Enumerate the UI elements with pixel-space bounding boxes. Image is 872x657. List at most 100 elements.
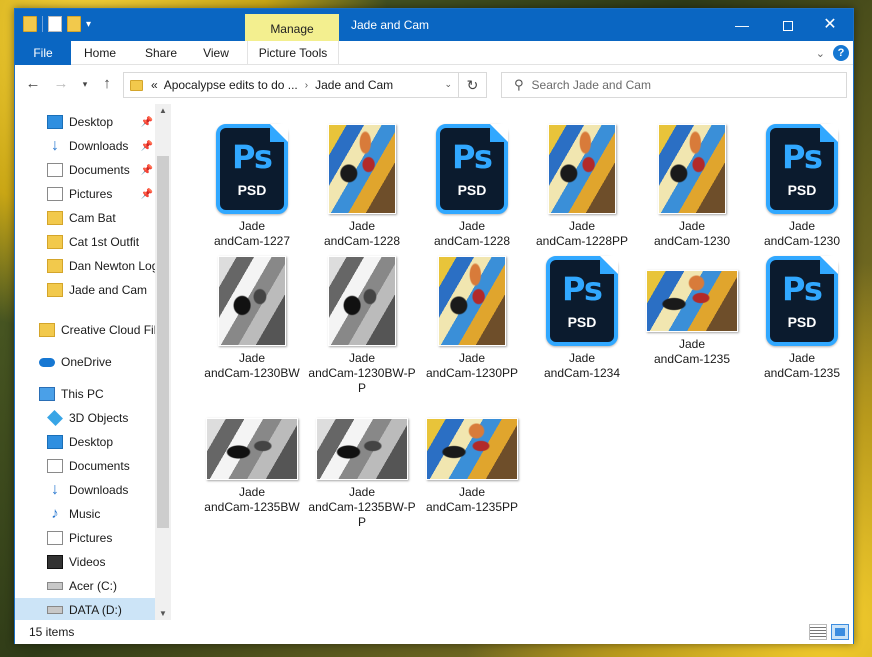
tab-view[interactable]: View (195, 41, 237, 65)
file-item[interactable]: Ps PSD Jade andCam-1230 (747, 124, 857, 249)
sidebar-item-jade-and-cam[interactable]: Jade and Cam (15, 278, 155, 302)
breadcrumb-parent[interactable]: Apocalypse edits to do ... (164, 78, 298, 92)
close-button[interactable]: ✕ (807, 9, 853, 41)
photoshop-file-icon: Ps PSD (436, 124, 508, 214)
scroll-down-icon[interactable]: ▼ (157, 609, 169, 618)
recent-locations-button[interactable]: ▾ (75, 74, 95, 94)
new-folder-icon[interactable] (67, 16, 81, 32)
ps-glyph: Ps (452, 138, 493, 176)
sidebar-item-label: Jade and Cam (69, 283, 148, 297)
tab-file[interactable]: File (15, 41, 71, 65)
sidebar-item-downloads[interactable]: ↓ Downloads (15, 478, 155, 502)
file-name-line2: andCam-1230BW (204, 366, 300, 380)
up-button[interactable]: ↑ (97, 74, 117, 94)
music-icon: ♪ (51, 505, 59, 522)
folder-icon (47, 211, 63, 225)
sidebar-item-data-d[interactable]: DATA (D:) (15, 598, 155, 620)
properties-icon[interactable] (48, 16, 62, 32)
expand-ribbon-icon[interactable]: ⌄ (816, 47, 825, 60)
sidebar-item-onedrive[interactable]: OneDrive (15, 350, 155, 374)
sidebar-item-cat-1st-outfit[interactable]: Cat 1st Outfit (15, 230, 155, 254)
breadcrumb-current[interactable]: Jade and Cam (315, 78, 393, 92)
file-name-line1: Jade (348, 485, 376, 499)
sidebar-item-label: This PC (61, 387, 104, 401)
sidebar-item-label: OneDrive (61, 355, 112, 369)
address-dropdown-icon[interactable]: ⌄ (444, 79, 452, 90)
sidebar-item-desktop[interactable]: Desktop 📌 (15, 110, 155, 134)
details-view-button[interactable] (809, 624, 827, 640)
tab-picture-tools[interactable]: Picture Tools (247, 41, 339, 65)
tab-home[interactable]: Home (77, 41, 123, 65)
forward-button[interactable]: → (51, 74, 71, 94)
breadcrumb-overflow[interactable]: « (151, 78, 158, 92)
navigation-pane: Desktop 📌 ↓ Downloads 📌 Documents 📌 Pictures 📌 Ca… (15, 104, 171, 620)
file-item[interactable]: Jade andCam-1228 (307, 124, 417, 249)
file-item[interactable]: Jade andCam-1230 (637, 124, 747, 249)
file-name-line2: andCam-1235 (653, 352, 731, 366)
tab-share[interactable]: Share (137, 41, 185, 65)
search-input[interactable] (531, 78, 812, 92)
scroll-up-icon[interactable]: ▲ (157, 106, 169, 115)
toolbar-divider (42, 16, 43, 32)
sidebar-item-desktop[interactable]: Desktop (15, 430, 155, 454)
file-item[interactable]: Jade andCam-1228PP (527, 124, 637, 249)
sidebar-item-3d-objects[interactable]: 3D Objects (15, 406, 155, 430)
file-name: Jade andCam-1230BW-PP (307, 351, 417, 396)
file-item[interactable]: Jade andCam-1230BW (197, 256, 307, 381)
file-item[interactable]: Jade andCam-1235BW-PP (307, 404, 417, 530)
sidebar-item-acer-c[interactable]: Acer (C:) (15, 574, 155, 598)
sidebar-item-creative-cloud-fil[interactable]: Creative Cloud Fil (15, 318, 155, 342)
photoshop-file-icon: Ps PSD (766, 124, 838, 214)
sidebar-item-documents[interactable]: Documents (15, 454, 155, 478)
file-item[interactable]: Ps PSD Jade andCam-1228 (417, 124, 527, 249)
file-name: Jade andCam-1228 (307, 219, 417, 249)
sidebar-item-label: 3D Objects (69, 411, 129, 425)
sidebar-item-label: DATA (D:) (69, 603, 122, 617)
customize-toolbar-icon[interactable]: ▾ (86, 19, 91, 30)
sidebar-item-documents[interactable]: Documents 📌 (15, 158, 155, 182)
file-item[interactable]: Ps PSD Jade andCam-1227 (197, 124, 307, 249)
file-name: Jade andCam-1235 (747, 351, 857, 381)
help-icon[interactable]: ? (833, 45, 849, 61)
breadcrumb-separator-icon[interactable]: › (305, 80, 308, 91)
pin-icon: 📌 (140, 188, 153, 200)
nav-scrollbar[interactable]: ▲ ▼ (155, 104, 171, 620)
nav-scroll-thumb[interactable] (157, 156, 169, 528)
file-name: Jade andCam-1235PP (417, 485, 527, 515)
sidebar-item-videos[interactable]: Videos (15, 550, 155, 574)
file-item[interactable]: Jade andCam-1230PP (417, 256, 527, 381)
folder-icon (47, 259, 63, 273)
image-thumbnail (206, 418, 298, 480)
sidebar-item-this-pc[interactable]: This PC (15, 382, 155, 406)
image-thumbnail (658, 124, 726, 214)
minimize-button[interactable]: — (719, 9, 765, 41)
folder-icon (47, 235, 63, 249)
sidebar-item-pictures[interactable]: Pictures 📌 (15, 182, 155, 206)
file-item[interactable]: Jade andCam-1235BW (197, 404, 307, 515)
sidebar-item-cam-bat[interactable]: Cam Bat (15, 206, 155, 230)
search-box[interactable]: ⚲ (501, 72, 847, 98)
sidebar-item-downloads[interactable]: ↓ Downloads 📌 (15, 134, 155, 158)
file-item[interactable]: Jade andCam-1230BW-PP (307, 256, 417, 396)
back-button[interactable]: ← (23, 74, 43, 94)
file-item[interactable]: Jade andCam-1235 (637, 256, 747, 367)
tab-manage[interactable]: Manage (245, 14, 339, 41)
sidebar-item-label: Documents (69, 459, 130, 473)
file-item[interactable]: Ps PSD Jade andCam-1235 (747, 256, 857, 381)
sidebar-item-dan-newton-log[interactable]: Dan Newton Log (15, 254, 155, 278)
file-item[interactable]: Jade andCam-1235PP (417, 404, 527, 515)
large-icons-view-button[interactable] (831, 624, 849, 640)
navigation-bar: ← → ▾ ↑ « Apocalypse edits to do ... › J… (15, 66, 853, 104)
file-item[interactable]: Ps PSD Jade andCam-1234 (527, 256, 637, 381)
videos-icon (47, 555, 63, 569)
file-name: Jade andCam-1230BW (197, 351, 307, 381)
refresh-button[interactable]: ↻ (458, 73, 486, 97)
address-bar[interactable]: « Apocalypse edits to do ... › Jade and … (123, 72, 487, 98)
sidebar-item-music[interactable]: ♪ Music (15, 502, 155, 526)
documents-icon (47, 163, 63, 177)
sidebar-item-pictures[interactable]: Pictures (15, 526, 155, 550)
file-name: Jade andCam-1228 (417, 219, 527, 249)
file-name-line2: andCam-1230PP (425, 366, 519, 380)
sidebar-item-label: Desktop (69, 115, 114, 129)
maximize-button[interactable] (765, 9, 811, 41)
